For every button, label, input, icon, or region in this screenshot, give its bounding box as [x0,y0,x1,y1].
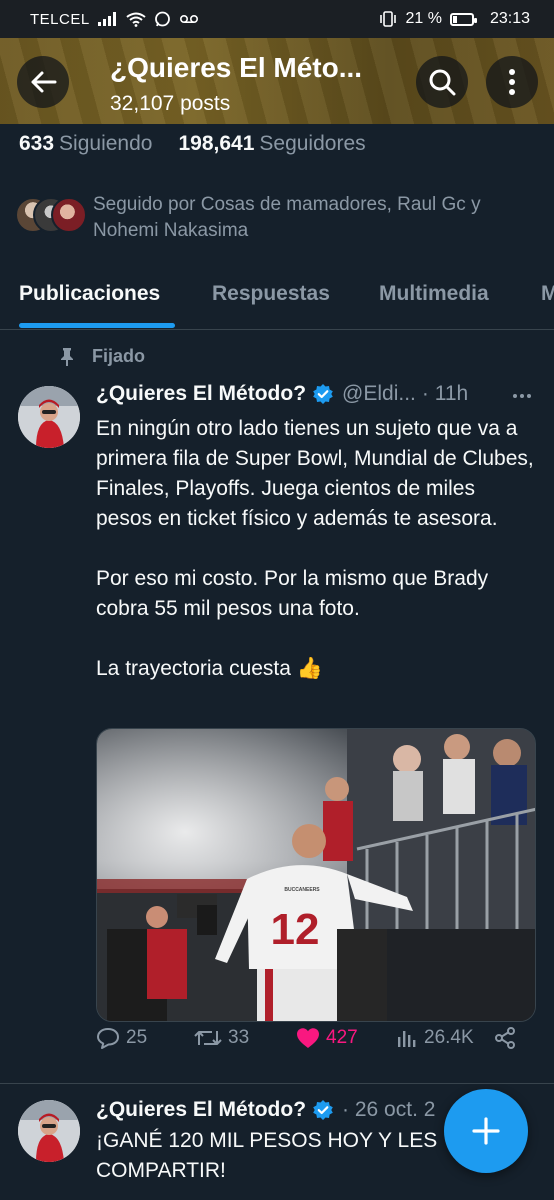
status-bar-left: TELCEL [30,11,199,28]
tweet-header: ¿Quieres El Método? · 26 oct. 2 [96,1098,435,1122]
follow-counts: 633 Siguiendo 198,641 Seguidores [19,132,366,156]
avatar [51,197,87,233]
jersey-brand-text: BUCCANEERS [284,887,320,893]
follower-avatars [15,192,89,236]
followed-by[interactable]: Seguido por Cosas de mamadores, Raul Gc … [15,192,523,244]
tweet-paragraph: En ningún otro lado tienes un sujeto que… [96,417,534,530]
followers-link[interactable]: 198,641 Seguidores [178,132,365,156]
author-avatar-image [18,1100,80,1162]
like-button[interactable]: 427 [296,1027,358,1049]
reply-icon [97,1028,119,1049]
heart-icon [297,1028,319,1048]
tweet-header: ¿Quieres El Método? @Eldi... · 11h [96,382,468,406]
views-count: 26.4K [424,1027,474,1048]
tweet-divider [0,1083,554,1084]
tweet-text: En ningún otro lado tienes un sujeto que… [96,414,536,684]
post-count: 32,107 posts [110,92,231,115]
pinned-label: Fijado [58,346,145,367]
tweet-paragraph: La trayectoria cuesta 👍 [96,657,323,680]
battery-icon [449,12,477,26]
author-avatar-image [18,386,80,448]
more-horizontal-icon [513,394,531,398]
analytics-icon [398,1031,416,1047]
tab-respuestas[interactable]: Respuestas [212,282,330,306]
status-bar: TELCEL 21 % 23:13 [0,0,554,38]
wifi-icon [126,12,146,27]
reply-button[interactable]: 25 [96,1027,147,1049]
reply-count: 25 [126,1027,148,1048]
pinned-text: Fijado [92,346,145,366]
more-vertical-icon [509,69,515,95]
tweet-paragraph: Por eso mi costo. Por la mismo que Brady… [96,567,489,620]
tab-more[interactable]: M [541,282,554,306]
share-icon [495,1027,515,1049]
clock: 23:13 [489,10,530,27]
profile-tabs: Publicaciones Respuestas Multimedia M [0,264,554,330]
tab-publicaciones[interactable]: Publicaciones [19,282,160,306]
stadium-photo: 12 BUCCANEERS [97,729,535,1021]
followers-label: Seguidores [259,132,366,155]
followed-by-text: Seguido por Cosas de mamadores, Raul Gc … [93,194,481,241]
verified-badge-icon [312,1099,334,1121]
author-name[interactable]: ¿Quieres El Método? [96,382,306,406]
repost-count: 33 [228,1027,250,1048]
signal-icon [97,12,116,26]
following-label: Siguiendo [59,132,153,155]
battery-fill [452,15,457,23]
verified-badge-icon [312,383,334,405]
back-button[interactable] [17,56,69,108]
repost-button[interactable]: 33 [194,1027,249,1049]
compose-button[interactable] [444,1089,528,1173]
search-icon [429,69,456,96]
tweet-time: · 11h [421,382,469,405]
views-button[interactable]: 26.4K [396,1027,474,1049]
vibrate-icon [380,11,397,27]
battery-percent: 21 % [405,10,442,27]
tweet-time: · 26 oct. 2 [342,1098,436,1121]
author-avatar[interactable] [18,1100,80,1162]
author-avatar[interactable] [18,386,80,448]
voicemail-icon [179,14,198,24]
profile-header: ¿Quieres El Méto... 32,107 posts [0,38,554,124]
author-handle[interactable]: @Eldi... [342,382,416,406]
tweet-media-image[interactable]: 12 BUCCANEERS [96,728,536,1022]
whatsapp-icon [154,11,170,26]
arrow-left-icon [31,71,57,93]
following-link[interactable]: 633 Siguiendo [19,132,152,156]
search-button[interactable] [416,56,468,108]
plus-icon [472,1117,500,1145]
repost-icon [194,1031,222,1045]
like-count: 427 [326,1027,358,1048]
share-button[interactable] [494,1027,516,1049]
active-tab-indicator [19,323,175,328]
carrier-label: TELCEL [30,10,90,28]
following-count: 633 [19,132,55,155]
page-title: ¿Quieres El Méto... [110,52,363,83]
jersey-number: 12 [271,905,320,954]
author-name[interactable]: ¿Quieres El Método? [96,1098,306,1122]
tab-multimedia[interactable]: Multimedia [379,282,489,306]
followers-count: 198,641 [178,132,255,155]
status-bar-right: 21 % 23:13 [379,10,530,28]
more-button[interactable] [486,56,538,108]
pin-icon [61,347,73,366]
tweet-more-button[interactable] [512,382,532,405]
